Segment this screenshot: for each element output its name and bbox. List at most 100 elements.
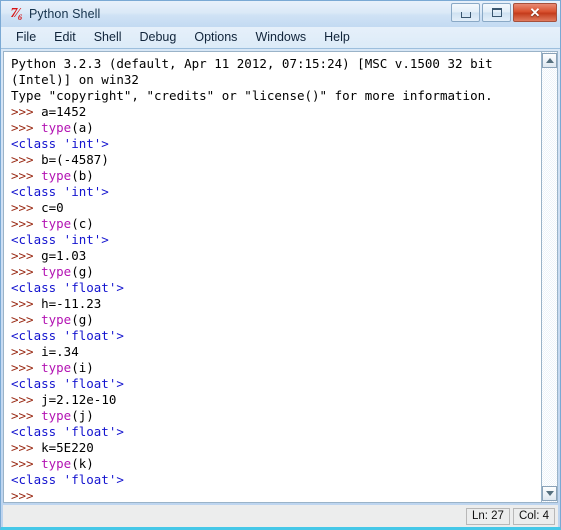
- up-arrow-glyph: [545, 58, 554, 63]
- console-segment-prompt: >>>: [11, 104, 42, 119]
- console-segment-output: <class 'int'>: [11, 184, 109, 199]
- console-line: >>> type(g): [11, 312, 541, 328]
- console-line: >>>: [11, 488, 541, 503]
- title-bar[interactable]: 7⁄₆ Python Shell ✕: [1, 1, 560, 27]
- console-segment-builtin: type: [41, 312, 72, 327]
- menu-item-debug[interactable]: Debug: [131, 29, 186, 46]
- console-segment-plain: (j): [71, 408, 94, 423]
- console-segment-builtin: type: [41, 264, 72, 279]
- console-line: Python 3.2.3 (default, Apr 11 2012, 07:1…: [11, 56, 541, 72]
- console-segment-prompt: >>>: [11, 488, 34, 503]
- console-line: >>> h=-11.23: [11, 296, 541, 312]
- console-line: >>> type(j): [11, 408, 541, 424]
- console-segment-plain: (a): [71, 120, 94, 135]
- console-line: >>> type(a): [11, 120, 541, 136]
- console-segment-prompt: >>>: [11, 264, 42, 279]
- console-output[interactable]: Python 3.2.3 (default, Apr 11 2012, 07:1…: [4, 52, 541, 503]
- console-segment-plain: j=2.12e-10: [41, 392, 117, 407]
- shell-text-area[interactable]: Python 3.2.3 (default, Apr 11 2012, 07:1…: [3, 51, 541, 503]
- console-segment-plain: c=0: [41, 200, 64, 215]
- console-line: >>> type(c): [11, 216, 541, 232]
- console-line: >>> type(b): [11, 168, 541, 184]
- menu-item-shell[interactable]: Shell: [85, 29, 131, 46]
- console-segment-plain: (g): [71, 264, 94, 279]
- console-line: >>> j=2.12e-10: [11, 392, 541, 408]
- console-line: <class 'float'>: [11, 328, 541, 344]
- console-segment-prompt: >>>: [11, 248, 42, 263]
- client-area: Python 3.2.3 (default, Apr 11 2012, 07:1…: [1, 49, 560, 503]
- console-segment-builtin: type: [41, 168, 72, 183]
- scroll-down-arrow-icon[interactable]: [542, 486, 557, 501]
- console-line: <class 'int'>: [11, 136, 541, 152]
- console-segment-output: <class 'float'>: [11, 424, 124, 439]
- console-line: <class 'float'>: [11, 376, 541, 392]
- console-segment-plain: (i): [71, 360, 94, 375]
- console-segment-builtin: type: [41, 408, 72, 423]
- console-segment-prompt: >>>: [11, 200, 42, 215]
- scroll-up-arrow-icon[interactable]: [542, 53, 557, 68]
- console-line: <class 'float'>: [11, 424, 541, 440]
- console-segment-plain: b=(-4587): [41, 152, 109, 167]
- console-segment-prompt: >>>: [11, 440, 42, 455]
- window-controls: ✕: [451, 3, 557, 22]
- console-line: >>> c=0: [11, 200, 541, 216]
- console-segment-plain: i=.34: [41, 344, 79, 359]
- console-segment-output: <class 'float'>: [11, 280, 124, 295]
- menu-item-options[interactable]: Options: [185, 29, 246, 46]
- console-segment-prompt: >>>: [11, 344, 42, 359]
- console-line: >>> type(i): [11, 360, 541, 376]
- vertical-scrollbar[interactable]: [541, 51, 558, 503]
- console-line: >>> type(k): [11, 456, 541, 472]
- maximize-icon: [491, 8, 502, 17]
- maximize-button[interactable]: [482, 3, 511, 22]
- console-segment-output: <class 'float'>: [11, 328, 124, 343]
- console-line: <class 'float'>: [11, 472, 541, 488]
- python-shell-window: 7⁄₆ Python Shell ✕ File Edit Shell Debug Opt…: [0, 0, 561, 530]
- console-segment-plain: h=-11.23: [41, 296, 102, 311]
- down-arrow-glyph: [545, 491, 554, 496]
- console-line: Type "copyright", "credits" or "license(…: [11, 88, 541, 104]
- console-line: <class 'int'>: [11, 232, 541, 248]
- console-line: >>> i=.34: [11, 344, 541, 360]
- console-segment-plain: (Intel)] on win32: [11, 72, 139, 87]
- status-bar: Ln: 27 Col: 4: [3, 505, 558, 527]
- close-icon: ✕: [529, 5, 541, 20]
- console-segment-plain: a=1452: [41, 104, 87, 119]
- menu-item-windows[interactable]: Windows: [246, 29, 315, 46]
- console-segment-prompt: >>>: [11, 312, 42, 327]
- menu-item-edit[interactable]: Edit: [45, 29, 85, 46]
- status-line-number: Ln: 27: [465, 507, 510, 525]
- console-segment-plain: g=1.03: [41, 248, 87, 263]
- menu-bar: File Edit Shell Debug Options Windows Help: [1, 27, 560, 49]
- console-segment-prompt: >>>: [11, 120, 42, 135]
- console-segment-plain: k=5E220: [41, 440, 94, 455]
- console-line: >>> type(g): [11, 264, 541, 280]
- console-segment-output: <class 'float'>: [11, 472, 124, 487]
- console-line: <class 'float'>: [11, 280, 541, 296]
- console-line: >>> k=5E220: [11, 440, 541, 456]
- console-segment-builtin: type: [41, 216, 72, 231]
- console-segment-prompt: >>>: [11, 216, 42, 231]
- console-segment-prompt: >>>: [11, 456, 42, 471]
- console-line: >>> a=1452: [11, 104, 541, 120]
- console-segment-prompt: >>>: [11, 360, 42, 375]
- console-segment-prompt: >>>: [11, 168, 42, 183]
- menu-item-file[interactable]: File: [7, 29, 45, 46]
- console-segment-plain: (b): [71, 168, 94, 183]
- console-line: >>> g=1.03: [11, 248, 541, 264]
- console-segment-output: <class 'int'>: [11, 232, 109, 247]
- menu-item-help[interactable]: Help: [315, 29, 359, 46]
- console-segment-plain: Python 3.2.3 (default, Apr 11 2012, 07:1…: [11, 56, 493, 71]
- console-line: >>> b=(-4587): [11, 152, 541, 168]
- close-button[interactable]: ✕: [513, 3, 557, 22]
- minimize-button[interactable]: [451, 3, 480, 22]
- status-column-number: Col: 4: [512, 507, 555, 525]
- console-line: (Intel)] on win32: [11, 72, 541, 88]
- console-segment-prompt: >>>: [11, 408, 42, 423]
- console-segment-builtin: type: [41, 120, 72, 135]
- console-segment-prompt: >>>: [11, 296, 42, 311]
- console-segment-plain: Type "copyright", "credits" or "license(…: [11, 88, 493, 103]
- window-title: Python Shell: [29, 7, 101, 21]
- python-idle-icon-glyph: 7⁄₆: [10, 6, 22, 21]
- console-segment-prompt: >>>: [11, 152, 42, 167]
